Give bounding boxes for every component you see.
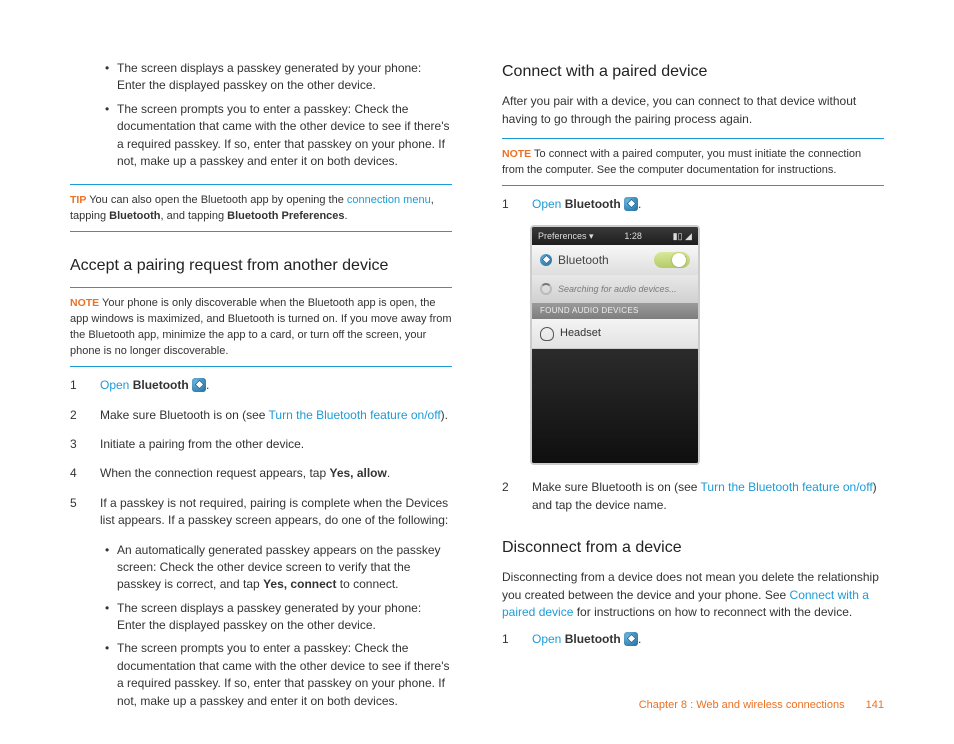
steps-list: 1 Open Bluetooth . <box>502 196 884 213</box>
headset-icon <box>540 327 554 341</box>
divider <box>70 287 452 288</box>
connection-menu-link[interactable]: connection menu <box>347 194 431 206</box>
step-body: Open Bluetooth . <box>532 196 884 213</box>
step-row: 2 Make sure Bluetooth is on (see Turn th… <box>70 407 452 424</box>
phone-searching-text: Searching for audio devices... <box>558 283 677 296</box>
list-item: The screen prompts you to enter a passke… <box>105 101 452 171</box>
step-number: 3 <box>70 436 78 453</box>
step-body: Open Bluetooth . <box>100 377 452 394</box>
spinner-icon <box>540 283 552 295</box>
right-column: Connect with a paired device After you p… <box>502 60 884 724</box>
bluetooth-toggle[interactable]: ON <box>654 252 690 268</box>
left-column: The screen displays a passkey generated … <box>70 60 452 724</box>
step-row: 4 When the connection request appears, t… <box>70 465 452 482</box>
bluetooth-icon <box>624 632 638 646</box>
note-callout: NOTE To connect with a paired computer, … <box>502 147 884 179</box>
phone-device-row[interactable]: Headset <box>532 319 698 349</box>
phone-search-row: Searching for audio devices... <box>532 275 698 303</box>
phone-status-time: 1:28 <box>624 230 642 243</box>
divider <box>70 366 452 367</box>
step-body: When the connection request appears, tap… <box>100 465 452 482</box>
list-item: The screen prompts you to enter a passke… <box>105 640 452 710</box>
phone-device-name: Headset <box>560 326 601 342</box>
open-link[interactable]: Open <box>100 378 129 392</box>
step-row: 1 Open Bluetooth . <box>70 377 452 394</box>
connect-paragraph: After you pair with a device, you can co… <box>502 93 884 128</box>
list-item: The screen displays a passkey generated … <box>105 60 452 95</box>
step-body: Make sure Bluetooth is on (see Turn the … <box>532 479 884 514</box>
step-number: 1 <box>502 631 510 648</box>
phone-status-left: Preferences ▾ <box>538 230 594 243</box>
step-row: 1 Open Bluetooth . <box>502 196 884 213</box>
page-footer: Chapter 8 : Web and wireless connections… <box>639 698 884 714</box>
bluetooth-icon <box>624 197 638 211</box>
bt-onoff-link[interactable]: Turn the Bluetooth feature on/off <box>701 480 873 494</box>
open-link[interactable]: Open <box>532 197 561 211</box>
step-number: 4 <box>70 465 78 482</box>
open-link[interactable]: Open <box>532 632 561 646</box>
step-number: 2 <box>502 479 510 514</box>
step-row: 1 Open Bluetooth . <box>502 631 884 648</box>
step-body: Initiate a pairing from the other device… <box>100 436 452 453</box>
signal-icon: ▮▯ ◢ <box>673 230 692 243</box>
step-number: 1 <box>70 377 78 394</box>
tip-text: You can also open the Bluetooth app by o… <box>86 194 347 206</box>
step-body: Make sure Bluetooth is on (see Turn the … <box>100 407 452 424</box>
phone-app-title: Bluetooth <box>558 252 609 269</box>
note-text: To connect with a paired computer, you m… <box>502 148 861 176</box>
step-row: 2 Make sure Bluetooth is on (see Turn th… <box>502 479 884 514</box>
note-callout: NOTE Your phone is only discoverable whe… <box>70 296 452 360</box>
step-body: Open Bluetooth . <box>532 631 884 648</box>
phone-section-header: FOUND AUDIO DEVICES <box>532 303 698 319</box>
footer-chapter: Chapter 8 : Web and wireless connections <box>639 699 845 711</box>
list-item: The screen displays a passkey generated … <box>105 600 452 635</box>
phone-dark-area <box>532 349 698 465</box>
note-text: Your phone is only discoverable when the… <box>70 297 452 357</box>
bluetooth-icon <box>192 378 206 392</box>
passkey-bullet-list: An automatically generated passkey appea… <box>105 542 452 711</box>
disconnect-paragraph: Disconnecting from a device does not mea… <box>502 569 884 621</box>
step-number: 2 <box>70 407 78 424</box>
step-body: If a passkey is not required, pairing is… <box>100 495 452 530</box>
footer-page-number: 141 <box>866 699 884 711</box>
step-row: 5 If a passkey is not required, pairing … <box>70 495 452 530</box>
steps-list: 1 Open Bluetooth . 2 Make sure Bluetooth… <box>70 377 452 529</box>
divider <box>70 231 452 232</box>
bt-onoff-link[interactable]: Turn the Bluetooth feature on/off <box>269 408 441 422</box>
divider <box>502 138 884 139</box>
accept-pairing-heading: Accept a pairing request from another de… <box>70 254 452 277</box>
phone-title-bar: Bluetooth ON <box>532 245 698 275</box>
intro-bullet-list: The screen displays a passkey generated … <box>105 60 452 170</box>
note-label: NOTE <box>70 297 99 309</box>
phone-status-bar: Preferences ▾ 1:28 ▮▯ ◢ <box>532 227 698 245</box>
phone-screenshot: Preferences ▾ 1:28 ▮▯ ◢ Bluetooth ON Sea… <box>530 225 700 465</box>
divider <box>502 185 884 186</box>
connect-heading: Connect with a paired device <box>502 60 884 83</box>
note-label: NOTE <box>502 148 531 160</box>
tip-callout: TIP You can also open the Bluetooth app … <box>70 193 452 225</box>
tip-label: TIP <box>70 194 86 206</box>
disconnect-heading: Disconnect from a device <box>502 536 884 559</box>
bluetooth-icon <box>540 254 552 266</box>
divider <box>70 184 452 185</box>
list-item: An automatically generated passkey appea… <box>105 542 452 594</box>
step-number: 1 <box>502 196 510 213</box>
step-row: 3 Initiate a pairing from the other devi… <box>70 436 452 453</box>
step-number: 5 <box>70 495 78 530</box>
